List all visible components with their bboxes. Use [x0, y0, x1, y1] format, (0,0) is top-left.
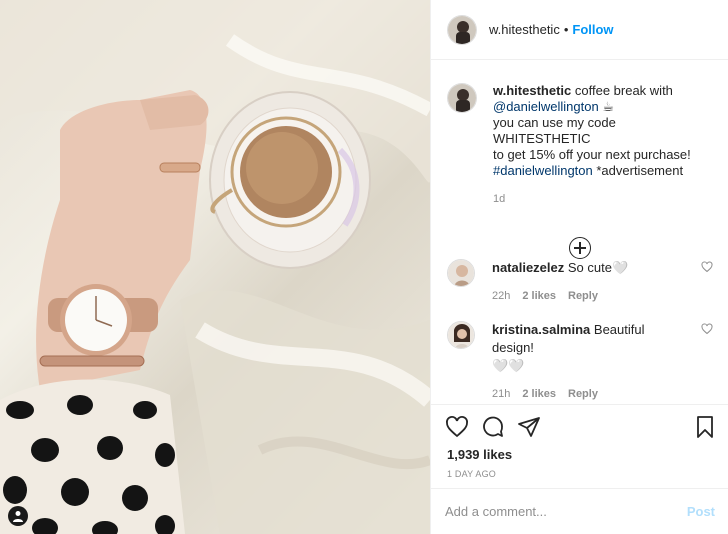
follow-button[interactable]: Follow [572, 22, 613, 37]
caption-avatar[interactable] [447, 83, 477, 113]
add-comment-bar: Post [431, 488, 728, 534]
avatar[interactable] [447, 259, 475, 287]
reply-button[interactable]: Reply [568, 290, 598, 302]
comment-username[interactable]: nataliezelez [492, 260, 564, 275]
comment-likes[interactable]: 2 likes [522, 388, 556, 400]
photo-illustration [0, 0, 430, 534]
caption-emoji: ☕ [598, 99, 614, 114]
comment-username[interactable]: kristina.salmina [492, 322, 590, 337]
caption: w.hitesthetic coffee break with @danielw… [431, 61, 728, 207]
comments-section[interactable]: w.hitesthetic coffee break with @danielw… [431, 61, 728, 403]
comment-icon[interactable] [481, 415, 505, 439]
post-username[interactable]: w.hitesthetic [489, 22, 560, 37]
avatar[interactable] [447, 14, 477, 45]
caption-text: *advertisement [592, 163, 684, 178]
comment-time[interactable]: 22h [492, 290, 510, 302]
post-button[interactable]: Post [687, 504, 715, 519]
action-bar: 1,939 likes 1 DAY AGO [431, 404, 728, 488]
comment-likes[interactable]: 2 likes [522, 290, 556, 302]
comment-item: nataliezelez So cute🤍 22h 2 likes Reply [447, 259, 713, 305]
heart-icon[interactable] [445, 415, 469, 439]
load-more-icon[interactable] [569, 237, 591, 259]
caption-username[interactable]: w.hitesthetic [493, 83, 571, 98]
separator-dot: • [563, 22, 569, 37]
likes-count[interactable]: 1,939 likes [447, 447, 512, 462]
caption-line: you can use my code WHITESTHETIC [493, 115, 616, 146]
mention-link[interactable]: @danielwellington [493, 99, 599, 114]
heart-icon[interactable] [701, 261, 713, 273]
avatar[interactable] [447, 321, 475, 349]
caption-time[interactable]: 1d [493, 191, 713, 207]
post-date[interactable]: 1 DAY AGO [447, 469, 496, 479]
comment-text: So cute🤍 [564, 260, 629, 275]
post-header: w.hitesthetic • Follow [431, 0, 728, 60]
comment-item: kristina.salmina Beautiful design! 🤍🤍 21… [447, 321, 713, 403]
user-tag-button[interactable] [8, 506, 28, 526]
comment-time[interactable]: 21h [492, 388, 510, 400]
post-photo[interactable] [0, 0, 430, 534]
user-tag-icon [13, 511, 23, 522]
comment-input[interactable] [445, 504, 687, 519]
share-icon[interactable] [517, 415, 541, 439]
comment-text-line2: 🤍🤍 [492, 358, 525, 373]
reply-button[interactable]: Reply [568, 388, 598, 400]
heart-icon[interactable] [701, 323, 713, 335]
hashtag-link[interactable]: #danielwellington [493, 163, 593, 178]
bookmark-icon[interactable] [693, 415, 717, 439]
caption-line: to get 15% off your next purchase! [493, 147, 691, 162]
caption-text: coffee break with [571, 83, 673, 98]
post-sidebar: w.hitesthetic • Follow w.hitesthetic cof… [430, 0, 728, 534]
